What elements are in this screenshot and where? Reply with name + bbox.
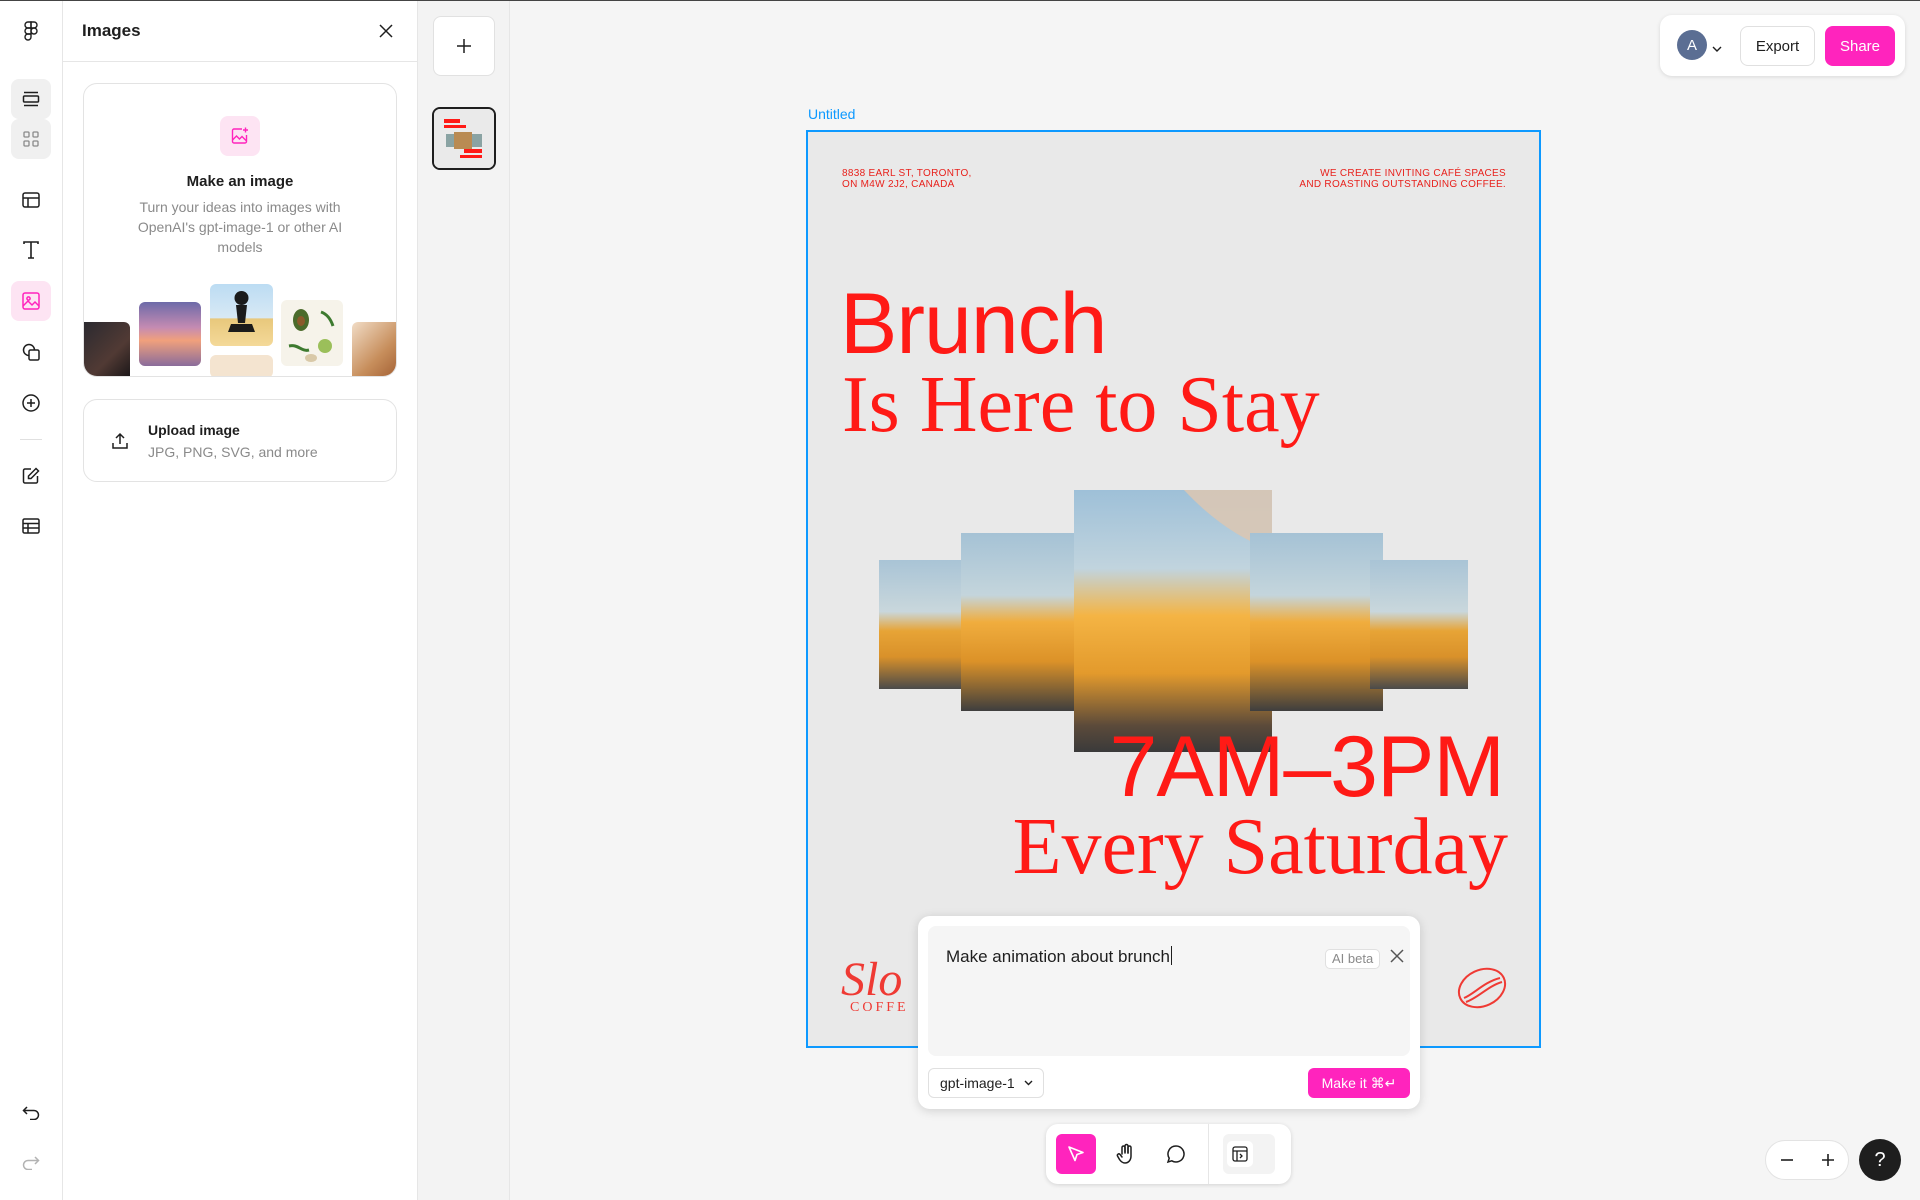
plus-icon: [457, 39, 471, 53]
comment-tool-icon[interactable]: [1156, 1134, 1196, 1174]
page-thumbnail[interactable]: [432, 107, 496, 170]
export-button[interactable]: Export: [1740, 26, 1815, 66]
make-image-card[interactable]: Make an image Turn your ideas into image…: [83, 83, 397, 377]
share-button[interactable]: Share: [1825, 26, 1895, 66]
upload-image-card[interactable]: Upload image JPG, PNG, SVG, and more: [83, 399, 397, 482]
poster-address-line: ON M4W 2J2, CANADA: [842, 179, 955, 190]
table-icon[interactable]: [11, 506, 51, 546]
poster-headline: Brunch: [840, 276, 1107, 372]
bottom-toolbar: [1046, 1124, 1291, 1184]
make-image-title: Make an image: [186, 173, 294, 190]
poster-day: Every Saturday: [1012, 803, 1508, 891]
sample-image-avocado: [281, 300, 343, 366]
poster-tagline: WE CREATE INVITING CAFÉ SPACES AND ROAST…: [1299, 168, 1506, 190]
poster-hours: 7AM–3PM: [1109, 719, 1505, 815]
ai-prompt-value: Make animation about brunch: [946, 947, 1170, 966]
poster-subheadline: Is Here to Stay: [842, 361, 1320, 449]
undo-icon[interactable]: [11, 1093, 51, 1133]
redo-icon[interactable]: [11, 1143, 51, 1183]
image-sparkle-icon: [220, 116, 260, 156]
components-grid-icon[interactable]: [11, 119, 51, 159]
zoom-out-icon[interactable]: [1772, 1145, 1802, 1175]
zoom-in-icon[interactable]: [1813, 1145, 1843, 1175]
mimosa-photo-far-right: [1370, 560, 1468, 689]
frame-name-label[interactable]: Untitled: [808, 106, 855, 122]
panel-title: Images: [82, 21, 141, 40]
upload-title: Upload image: [148, 421, 240, 438]
poster-address-line: 8838 EARL ST, TORONTO,: [842, 168, 972, 179]
zoom-controls: [1765, 1140, 1849, 1180]
model-select[interactable]: gpt-image-1: [928, 1068, 1044, 1098]
ai-prompt-text[interactable]: Make animation about brunch: [946, 946, 1172, 967]
ai-beta-badge: AI beta: [1325, 949, 1381, 969]
poster-logo-subtitle: COFFE: [850, 1000, 909, 1015]
model-select-value: gpt-image-1: [940, 1075, 1015, 1091]
sample-image-chess-bottom: [210, 355, 273, 376]
toolbar-divider: [1208, 1124, 1209, 1184]
panel-header: Images: [63, 1, 417, 62]
close-icon[interactable]: [374, 19, 398, 43]
mimosa-photo-right: [1250, 533, 1383, 711]
sample-image-hand: [352, 322, 396, 376]
ai-prompt-box: Make animation about brunch AI beta gpt-…: [918, 916, 1420, 1109]
poster-frame[interactable]: 8838 EARL ST, TORONTO, ON M4W 2J2, CANAD…: [806, 130, 1541, 1048]
add-page-button[interactable]: [433, 16, 495, 76]
rail-divider: [20, 439, 42, 440]
plus-circle-icon[interactable]: [11, 383, 51, 423]
sample-image-chess: [210, 284, 273, 346]
help-button[interactable]: ?: [1859, 1139, 1901, 1181]
chevron-down-icon: [1024, 1080, 1033, 1086]
close-icon[interactable]: [1389, 948, 1405, 969]
image-icon[interactable]: [11, 281, 51, 321]
dev-mode-icon: [1227, 1141, 1253, 1167]
sample-image-sunset: [139, 302, 201, 366]
text-caret: [1170, 946, 1172, 965]
upload-subtitle: JPG, PNG, SVG, and more: [148, 443, 318, 460]
edit-icon[interactable]: [11, 456, 51, 496]
layers-icon[interactable]: [11, 79, 51, 119]
upload-icon: [110, 431, 130, 451]
coffee-bean-icon: [1456, 964, 1508, 1017]
hand-tool-icon[interactable]: [1106, 1134, 1146, 1174]
make-it-button[interactable]: Make it ⌘↵: [1308, 1068, 1410, 1098]
poster-address: 8838 EARL ST, TORONTO, ON M4W 2J2, CANAD…: [842, 168, 972, 190]
ai-prompt-input[interactable]: Make animation about brunch AI beta: [928, 926, 1410, 1056]
images-panel: Images Make an image Turn your ideas int…: [63, 1, 418, 1200]
text-icon[interactable]: [11, 230, 51, 270]
poster-logo-script: Slo: [841, 953, 903, 1006]
avatar[interactable]: A: [1677, 30, 1707, 60]
top-right-bar: A Export Share: [1660, 15, 1905, 76]
mimosa-photo-center: [1074, 490, 1272, 752]
poster-tagline-line: AND ROASTING OUTSTANDING COFFEE.: [1299, 179, 1506, 190]
frame-layout-icon[interactable]: [11, 180, 51, 220]
shapes-icon[interactable]: [11, 332, 51, 372]
make-image-description: Turn your ideas into images with OpenAI'…: [137, 199, 343, 255]
poster-tagline-line: WE CREATE INVITING CAFÉ SPACES: [1320, 168, 1506, 179]
pages-strip: [418, 1, 510, 1200]
figma-logo-icon[interactable]: [11, 11, 51, 51]
move-tool-icon[interactable]: [1056, 1134, 1096, 1174]
sample-image-portrait: [84, 322, 130, 376]
sample-images: [84, 284, 396, 376]
left-toolbar: [0, 1, 63, 1200]
chevron-down-icon[interactable]: [1712, 39, 1722, 57]
dev-mode-toggle[interactable]: [1223, 1134, 1275, 1174]
